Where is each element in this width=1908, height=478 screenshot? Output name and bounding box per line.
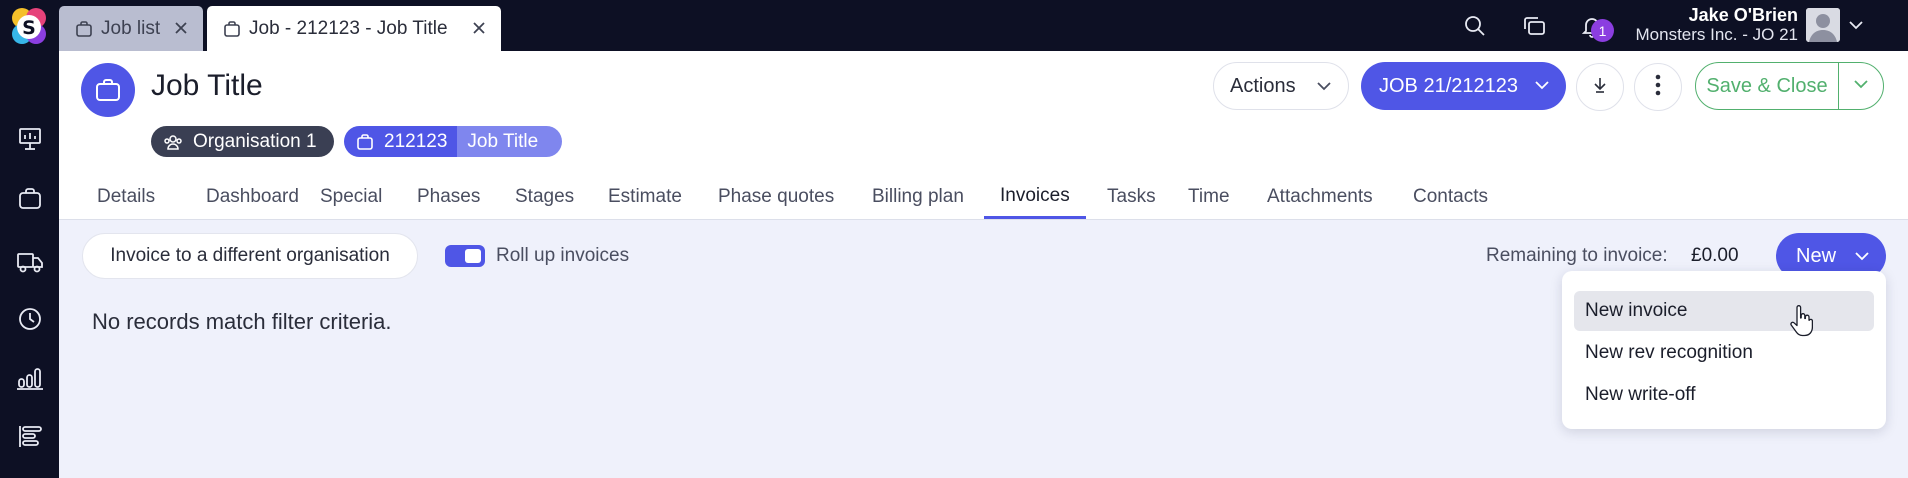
tab-details[interactable]: Details <box>81 175 171 219</box>
tab-contacts[interactable]: Contacts <box>1397 175 1504 219</box>
rollup-invoices-label: Roll up invoices <box>496 245 630 266</box>
tab-stages[interactable]: Stages <box>499 175 590 219</box>
tab-tasks[interactable]: Tasks <box>1091 175 1172 219</box>
avatar[interactable] <box>1806 8 1840 42</box>
download-icon <box>1590 75 1610 100</box>
close-icon[interactable] <box>469 18 489 38</box>
menu-item-new-invoice[interactable]: New invoice <box>1574 291 1874 331</box>
job-tabs-nav: Details Dashboard Special Phases Stages … <box>59 175 1908 219</box>
job-number-button-label: JOB 21/212123 <box>1379 74 1518 97</box>
app-logo-icon[interactable]: S <box>7 5 51 49</box>
invoice-different-organisation-button[interactable]: Invoice to a different organisation <box>82 233 418 279</box>
new-button-label: New <box>1796 244 1837 267</box>
new-dropdown-menu: New invoice New rev recognition New writ… <box>1562 271 1886 429</box>
tab-billing-plan[interactable]: Billing plan <box>856 175 980 219</box>
tab-label: Job - 212123 - Job Title <box>249 17 448 39</box>
menu-item-new-rev-recognition[interactable]: New rev recognition <box>1574 333 1874 373</box>
chevron-down-icon <box>1852 246 1872 272</box>
svg-text:S: S <box>22 17 36 39</box>
job-chip[interactable]: 212123 Job Title <box>344 126 562 157</box>
tab-phase-quotes[interactable]: Phase quotes <box>702 175 850 219</box>
rollup-invoices-toggle[interactable] <box>445 245 485 267</box>
save-close-button[interactable]: Save & Close <box>1695 62 1839 110</box>
tab-special[interactable]: Special <box>304 175 398 219</box>
download-button[interactable] <box>1576 63 1624 111</box>
chevron-down-icon <box>1314 76 1334 102</box>
tab-job-list[interactable]: Job list <box>59 6 203 51</box>
search-icon[interactable] <box>1461 12 1489 40</box>
tab-attachments[interactable]: Attachments <box>1251 175 1389 219</box>
empty-state-message: No records match filter criteria. <box>92 309 392 334</box>
left-rail: S <box>0 0 59 478</box>
briefcase-icon <box>75 20 93 38</box>
chevron-down-icon <box>1532 75 1552 101</box>
job-number-button[interactable]: JOB 21/212123 <box>1361 62 1566 110</box>
people-icon <box>163 133 183 151</box>
tab-job-detail[interactable]: Job - 212123 - Job Title <box>207 6 501 51</box>
user-name[interactable]: Jake O'Brien <box>1689 5 1798 26</box>
tab-dashboard[interactable]: Dashboard <box>190 175 315 219</box>
dashboard-board-icon[interactable] <box>14 123 45 154</box>
remaining-to-invoice-label: Remaining to invoice: <box>1486 245 1668 266</box>
job-header: Job Title Organisation 1 212123 Job Titl… <box>59 51 1908 220</box>
tab-time[interactable]: Time <box>1172 175 1246 219</box>
gantt-icon[interactable] <box>14 420 45 451</box>
actions-button[interactable]: Actions <box>1213 62 1349 110</box>
remaining-to-invoice-value: £0.00 <box>1691 245 1739 266</box>
close-icon[interactable] <box>171 18 191 38</box>
tab-invoices[interactable]: Invoices <box>984 175 1086 219</box>
clock-icon[interactable] <box>14 303 45 334</box>
job-chip-number: 212123 <box>384 130 448 152</box>
save-options-button[interactable] <box>1838 62 1884 110</box>
chevron-down-icon[interactable] <box>1845 14 1867 36</box>
briefcase-icon <box>223 20 241 38</box>
notification-count-badge[interactable]: 1 <box>1591 19 1614 42</box>
briefcase-icon[interactable] <box>14 183 45 214</box>
actions-button-label: Actions <box>1230 74 1296 97</box>
more-options-button[interactable] <box>1634 63 1682 111</box>
hand-pointer-cursor-icon <box>1789 305 1814 337</box>
organisation-chip-label: Organisation 1 <box>193 130 317 152</box>
tab-estimate[interactable]: Estimate <box>592 175 698 219</box>
organisation-chip[interactable]: Organisation 1 <box>151 126 334 157</box>
menu-item-new-write-off[interactable]: New write-off <box>1574 375 1874 415</box>
tab-phases[interactable]: Phases <box>401 175 496 219</box>
briefcase-icon <box>356 133 374 151</box>
bar-chart-icon[interactable] <box>14 362 45 393</box>
windows-icon[interactable] <box>1520 12 1548 40</box>
toggle-knob <box>465 249 481 263</box>
top-bar: Job list Job - 212123 - Job Title <box>59 0 1908 51</box>
more-vertical-icon <box>1655 74 1661 101</box>
truck-icon[interactable] <box>14 246 45 277</box>
chevron-down-icon <box>1852 75 1870 98</box>
job-chip-title: Job Title <box>467 130 539 152</box>
user-organisation[interactable]: Monsters Inc. - JO 21 <box>1636 25 1799 45</box>
page-title: Job Title <box>151 69 263 102</box>
tab-label: Job list <box>101 17 161 39</box>
briefcase-icon <box>81 63 135 117</box>
